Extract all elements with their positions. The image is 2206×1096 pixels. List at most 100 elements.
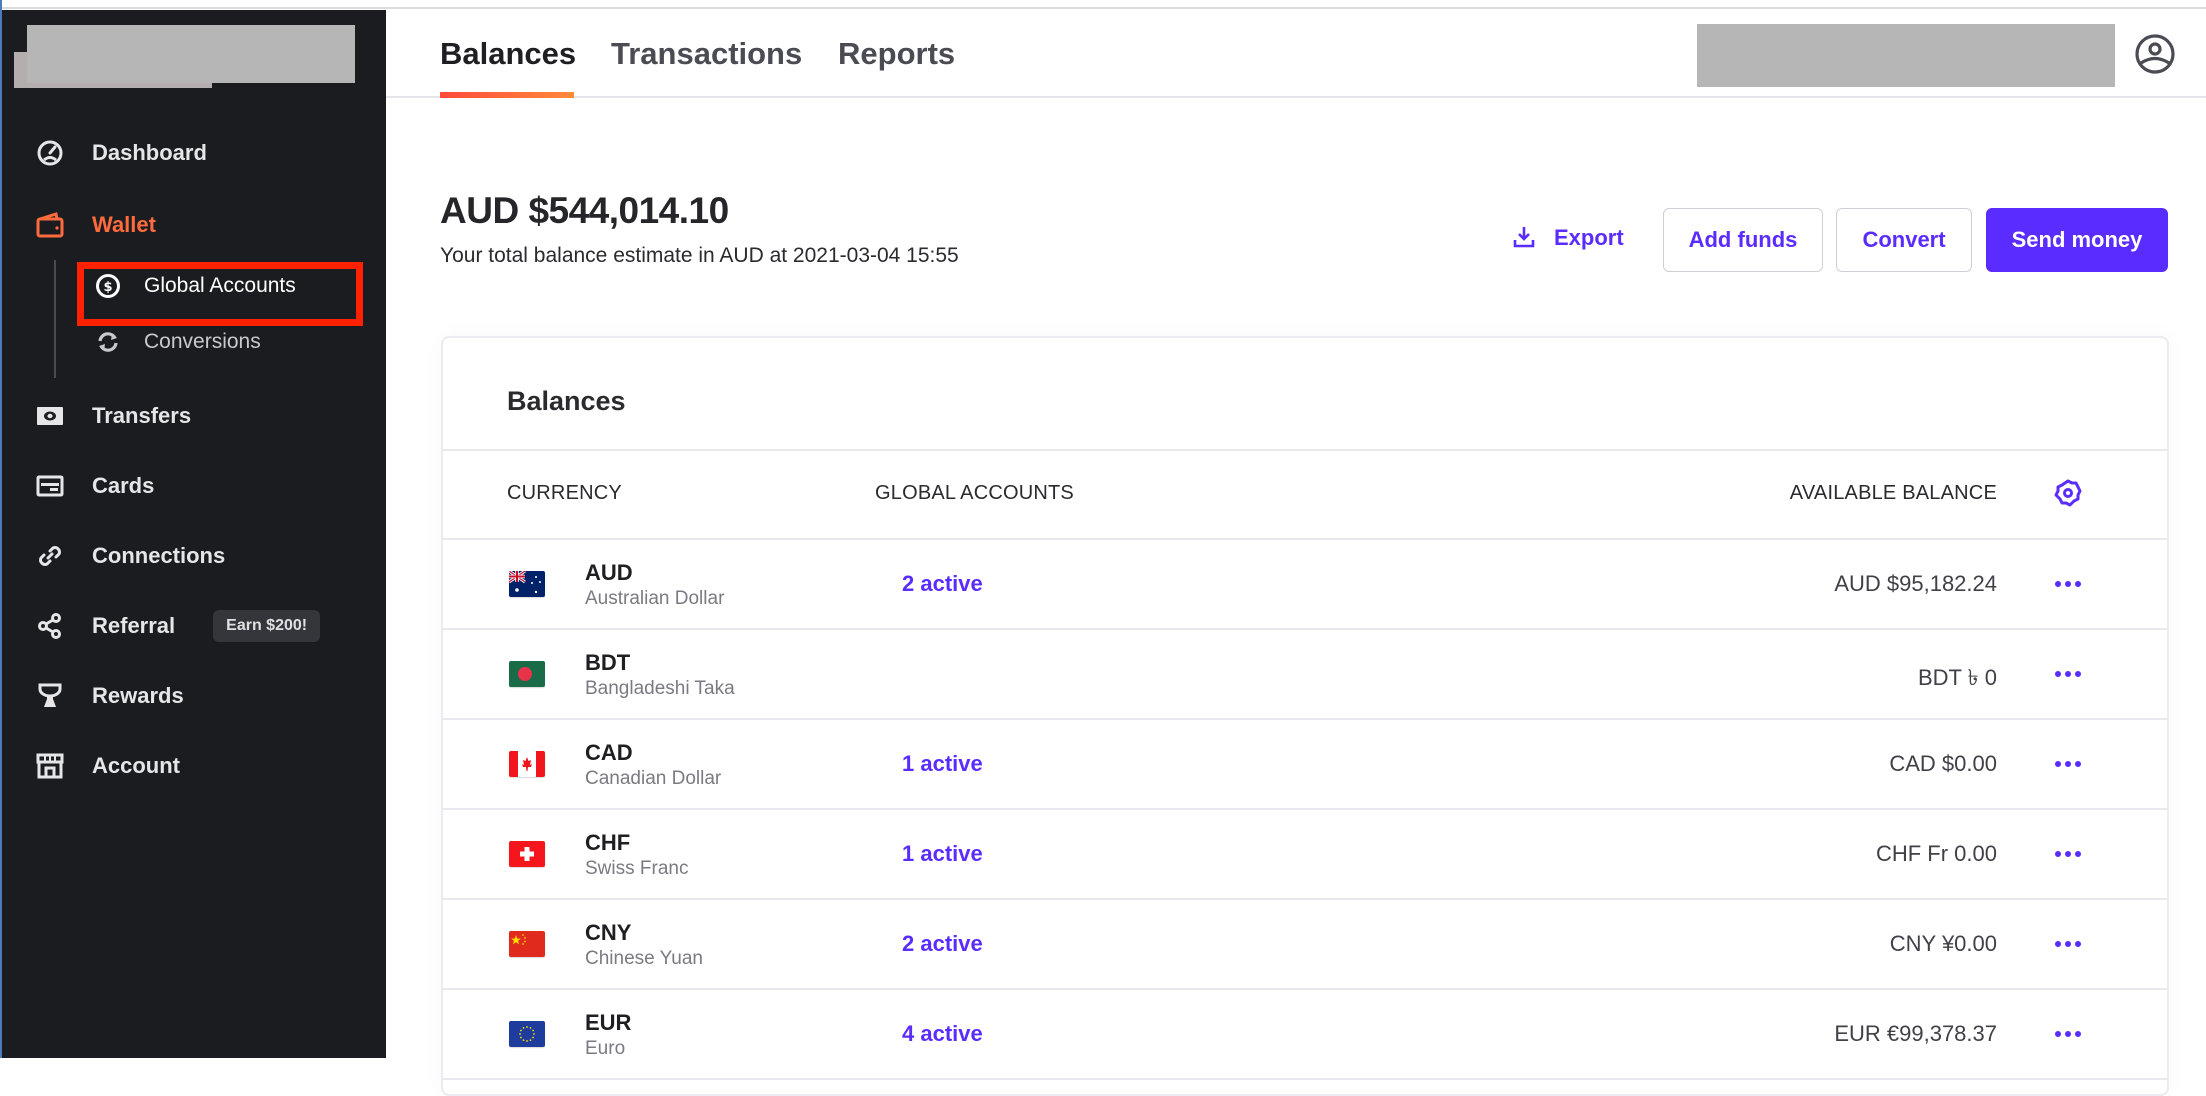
table-row[interactable]: BDT Bangladeshi Taka BDT ৳ 0: [443, 630, 2167, 720]
sidebar-subitem-label: Conversions: [144, 330, 261, 353]
storefront-icon: [36, 752, 64, 780]
currency-code: BDT: [585, 650, 631, 675]
column-settings-gear-icon[interactable]: [2053, 478, 2083, 508]
add-funds-button[interactable]: Add funds: [1663, 208, 1823, 272]
tab-balances[interactable]: Balances: [440, 36, 576, 72]
sidebar-item-rewards[interactable]: Rewards: [36, 676, 184, 716]
trophy-icon: [36, 682, 64, 710]
more-options-icon[interactable]: [2053, 934, 2083, 954]
redacted-search-area: [1697, 24, 2115, 87]
logo-redacted: [27, 25, 355, 83]
more-options-icon[interactable]: [2053, 1024, 2083, 1044]
tab-reports[interactable]: Reports: [838, 36, 955, 72]
flag-au-icon: [509, 571, 545, 597]
dashboard-gauge-icon: [36, 139, 64, 167]
column-header-currency: CURRENCY: [507, 482, 622, 504]
flag-cn-icon: [509, 931, 545, 957]
sidebar-item-label: Cards: [92, 473, 155, 498]
sidebar-item-dashboard[interactable]: Dashboard: [36, 133, 207, 173]
banknote-icon: [36, 402, 64, 430]
currency-name: Bangladeshi Taka: [585, 678, 735, 699]
currency-code: CHF: [585, 830, 631, 855]
tab-transactions[interactable]: Transactions: [611, 36, 802, 72]
submenu-guide-line: [54, 260, 56, 378]
table-row[interactable]: EUR Euro 4 active EUR €99,378.37: [443, 990, 2167, 1080]
flag-ch-icon: [509, 841, 545, 867]
sidebar-item-label: Transfers: [92, 403, 192, 428]
flag-ca-icon: [509, 751, 545, 777]
balances-card-title: Balances: [507, 386, 626, 416]
sidebar-subitem-conversions[interactable]: Conversions: [94, 324, 261, 360]
sidebar-item-referral[interactable]: Referral Earn $200!: [36, 606, 321, 646]
link-icon: [36, 542, 64, 570]
flag-bd-icon: [509, 661, 545, 687]
available-balance: EUR €99,378.37: [1834, 1021, 1997, 1046]
available-balance: CNY ¥0.00: [1889, 931, 1997, 956]
currency-code: CAD: [585, 740, 633, 765]
available-balance: BDT ৳ 0: [1917, 665, 1997, 690]
column-header-available-balance: AVAILABLE BALANCE: [1789, 482, 1997, 504]
convert-button[interactable]: Convert: [1836, 208, 1972, 272]
export-label: Export: [1554, 225, 1624, 250]
sidebar-item-label: Referral: [92, 613, 176, 638]
currency-name: Swiss Franc: [585, 858, 689, 879]
flag-eu-icon: [509, 1021, 545, 1047]
svg-text:$: $: [103, 280, 112, 295]
sidebar-item-connections[interactable]: Connections: [36, 536, 225, 576]
share-icon: [36, 612, 64, 640]
table-row[interactable]: CAD Canadian Dollar 1 active CAD $0.00: [443, 720, 2167, 810]
total-balance: AUD $544,014.10: [440, 190, 729, 231]
sidebar-item-label: Connections: [92, 543, 226, 568]
global-accounts-link[interactable]: 1 active: [902, 841, 983, 867]
more-options-icon[interactable]: [2053, 844, 2083, 864]
sidebar-item-wallet[interactable]: Wallet: [36, 205, 156, 245]
global-accounts-link[interactable]: 4 active: [902, 1021, 983, 1047]
sidebar-item-label: Rewards: [92, 683, 184, 708]
sidebar-subitem-global-accounts[interactable]: $ Global Accounts: [94, 268, 296, 304]
window-top-strip: [0, 0, 2206, 9]
available-balance: CHF Fr 0.00: [1875, 841, 1997, 866]
top-bar: Balances Transactions Reports: [386, 10, 2206, 98]
more-options-icon[interactable]: [2053, 574, 2083, 594]
card-icon: [36, 472, 64, 500]
available-balance: AUD $95,182.24: [1834, 571, 1997, 596]
column-header-global-accounts: GLOBAL ACCOUNTS: [875, 482, 1074, 504]
global-accounts-link[interactable]: 2 active: [902, 931, 983, 957]
sidebar-item-label: Account: [92, 753, 180, 778]
table-row[interactable]: AUD Australian Dollar 2 active AUD $95,182.…: [443, 540, 2167, 630]
sidebar-item-account[interactable]: Account: [36, 746, 180, 786]
total-balance-subtitle: Your total balance estimate in AUD at 20…: [440, 244, 959, 267]
export-button[interactable]: Export: [1512, 225, 1624, 251]
referral-badge: Earn $200!: [213, 610, 321, 642]
sidebar-item-transfers[interactable]: Transfers: [36, 396, 191, 436]
user-profile-icon[interactable]: [2133, 32, 2177, 76]
table-row[interactable]: CNY Chinese Yuan 2 active CNY ¥0.00: [443, 900, 2167, 990]
currency-code: EUR: [585, 1010, 632, 1035]
sidebar-subitem-label: Global Accounts: [144, 274, 296, 297]
download-icon: [1512, 225, 1538, 251]
table-row[interactable]: CHF Swiss Franc 1 active CHF Fr 0.00: [443, 810, 2167, 900]
window-left-edge: [0, 0, 2, 1058]
sidebar-item-label: Wallet: [92, 212, 156, 237]
currency-name: Chinese Yuan: [585, 948, 703, 969]
wallet-icon: [36, 211, 64, 239]
available-balance: CAD $0.00: [1889, 751, 1997, 776]
more-options-icon[interactable]: [2053, 754, 2083, 774]
refresh-icon: [94, 328, 122, 356]
global-accounts-link[interactable]: 2 active: [902, 571, 983, 597]
sidebar-item-label: Dashboard: [92, 140, 207, 165]
currency-name: Euro: [585, 1038, 626, 1059]
divider: [443, 1078, 2167, 1080]
active-tab-indicator: [440, 92, 574, 98]
divider: [443, 449, 2167, 451]
global-accounts-link[interactable]: 1 active: [902, 751, 983, 777]
more-options-icon[interactable]: [2053, 664, 2083, 684]
dollar-circle-icon: $: [94, 272, 122, 300]
balances-card: Balances CURRENCY GLOBAL ACCOUNTS AVAILA…: [441, 336, 2169, 1096]
currency-code: CNY: [585, 920, 632, 945]
sidebar: Dashboard Wallet $ Global Accounts Conve…: [0, 10, 386, 1058]
currency-name: Australian Dollar: [585, 588, 725, 609]
send-money-button[interactable]: Send money: [1986, 208, 2168, 272]
currency-name: Canadian Dollar: [585, 768, 722, 789]
sidebar-item-cards[interactable]: Cards: [36, 466, 154, 506]
